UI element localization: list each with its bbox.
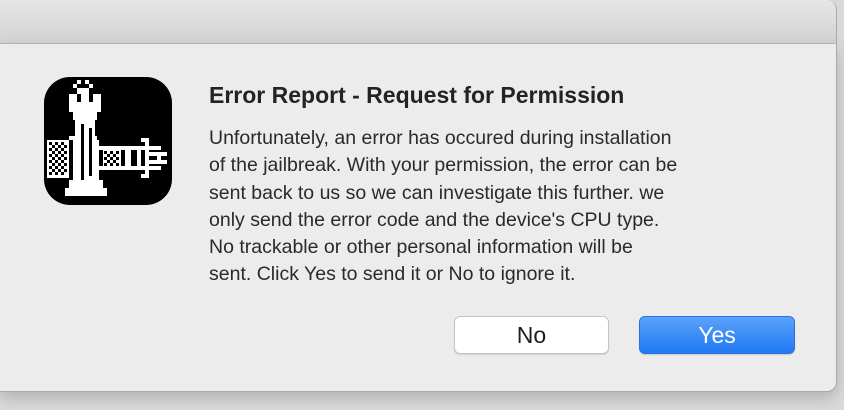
yes-button[interactable]: Yes	[639, 316, 795, 354]
dialog-message: Unfortunately, an error has occured duri…	[209, 125, 799, 289]
message-line: of the jailbreak. With your permission, …	[209, 154, 678, 177]
error-report-dialog: Error Report - Request for Permission Un…	[0, 44, 837, 392]
message-line: Unfortunately, an error has occured duri…	[209, 127, 672, 149]
dialog-title: Error Report - Request for Permission	[209, 82, 625, 108]
message-line: No trackable or other personal informati…	[209, 236, 633, 259]
no-button[interactable]: No	[454, 316, 609, 354]
message-line: sent. Click Yes to send it or No to igno…	[209, 263, 576, 286]
window-titlebar	[0, 0, 837, 44]
message-line: sent back to us so we can investigate th…	[209, 181, 665, 204]
checkra1n-chess-rook-icon	[44, 77, 172, 205]
message-line: only send the error code and the device'…	[209, 208, 660, 231]
